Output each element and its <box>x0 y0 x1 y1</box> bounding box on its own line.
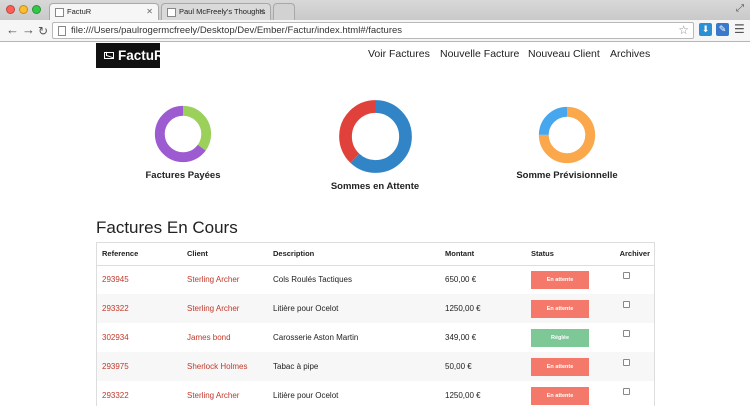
page-content: FactuR Voir Factures Nouvelle Facture No… <box>0 43 750 406</box>
amount-cell: 1250,00 € <box>440 294 526 323</box>
window-minimize-button[interactable] <box>19 5 28 14</box>
description-cell: Litière pour Ocelot <box>268 294 440 323</box>
table-row: 293322 Sterling Archer Litière pour Ocel… <box>97 381 654 406</box>
reference-link[interactable]: 293945 <box>102 275 129 284</box>
download-extension-icon[interactable]: ⬇ <box>699 23 712 36</box>
nav-nouveau-client[interactable]: Nouveau Client <box>528 48 600 60</box>
column-header: Archiver <box>608 243 654 266</box>
donut-factures-payees <box>154 105 212 163</box>
archive-checkbox[interactable] <box>623 388 630 395</box>
page-favicon-icon <box>167 8 176 17</box>
address-bar[interactable]: file:///Users/paulrogermcfreely/Desktop/… <box>52 22 694 39</box>
archive-checkbox[interactable] <box>623 301 630 308</box>
nav-archives[interactable]: Archives <box>610 48 650 60</box>
reload-icon[interactable]: ↻ <box>38 23 48 39</box>
table-row: 293975 Sherlock Holmes Tabac à pipe 50,0… <box>97 352 654 381</box>
client-link[interactable]: Sterling Archer <box>187 304 239 313</box>
browser-tabstrip: FactuR ✕ Paul McFreely's Thoughts ✕ ⤢ <box>0 0 750 20</box>
client-link[interactable]: Sterling Archer <box>187 275 239 284</box>
status-badge[interactable]: En attente <box>531 299 589 318</box>
amount-cell: 50,00 € <box>440 352 526 381</box>
tab-title: FactuR <box>67 7 92 16</box>
description-cell: Cols Roulés Tactiques <box>268 265 440 294</box>
status-badge[interactable]: Réglée <box>531 328 589 347</box>
shield-extension-icon[interactable]: ✎ <box>716 23 729 36</box>
menu-icon[interactable]: ☰ <box>734 22 745 36</box>
new-tab-button[interactable] <box>273 3 295 20</box>
table-header-row: Reference Client Description Montant Sta… <box>97 243 654 266</box>
star-icon[interactable]: ☆ <box>678 23 689 37</box>
amount-cell: 1250,00 € <box>440 381 526 406</box>
donut-somme-previsionnelle <box>538 106 596 164</box>
tab-title: Paul McFreely's Thoughts <box>179 7 266 16</box>
client-link[interactable]: Sterling Archer <box>187 391 239 400</box>
tab-close-icon[interactable]: ✕ <box>258 7 265 16</box>
forward-arrow-icon[interactable]: → <box>22 22 35 38</box>
table-row: 302934 James bond Carosserie Aston Marti… <box>97 323 654 352</box>
donut-label-previsionnelle: Somme Prévisionnelle <box>516 170 618 181</box>
brand-name: FactuR <box>118 48 164 63</box>
status-badge[interactable]: En attente <box>531 270 589 289</box>
reference-link[interactable]: 293975 <box>102 362 129 371</box>
archive-checkbox[interactable] <box>623 330 630 337</box>
donut-label-payees: Factures Payées <box>145 170 221 181</box>
description-cell: Litière pour Ocelot <box>268 381 440 406</box>
donut-label-attente: Sommes en Attente <box>330 181 420 192</box>
invoice-icon <box>104 52 114 59</box>
archive-checkbox[interactable] <box>623 272 630 280</box>
client-link[interactable]: James bond <box>187 333 231 342</box>
tab-close-icon[interactable]: ✕ <box>146 7 153 16</box>
donut-sommes-en-attente <box>339 100 412 173</box>
brand-logo[interactable]: FactuR <box>96 43 164 68</box>
status-badge[interactable]: En attente <box>531 386 589 405</box>
nav-voir-factures[interactable]: Voir Factures <box>368 48 430 60</box>
description-cell: Carosserie Aston Martin <box>268 323 440 352</box>
description-cell: Tabac à pipe <box>268 352 440 381</box>
window-maximize-button[interactable] <box>32 5 41 14</box>
browser-tab-active[interactable]: FactuR ✕ <box>49 3 159 20</box>
fullscreen-icon[interactable]: ⤢ <box>736 3 744 14</box>
reference-link[interactable]: 302934 <box>102 333 129 342</box>
archive-checkbox[interactable] <box>623 359 630 366</box>
reference-link[interactable]: 293322 <box>102 304 129 313</box>
column-header: Reference <box>97 243 182 266</box>
section-title: Factures En Cours <box>96 218 238 237</box>
back-arrow-icon[interactable]: ← <box>6 22 19 38</box>
reference-link[interactable]: 293322 <box>102 391 129 400</box>
nav-nouvelle-facture[interactable]: Nouvelle Facture <box>440 48 519 60</box>
amount-cell: 349,00 € <box>440 323 526 352</box>
column-header: Description <box>268 243 440 266</box>
invoices-table: Reference Client Description Montant Sta… <box>96 242 655 406</box>
browser-tab-inactive[interactable]: Paul McFreely's Thoughts ✕ <box>161 3 271 20</box>
client-link[interactable]: Sherlock Holmes <box>187 362 247 371</box>
table-row: 293945 Sterling Archer Cols Roulés Tacti… <box>97 265 654 294</box>
url-text: file:///Users/paulrogermcfreely/Desktop/… <box>71 25 403 36</box>
amount-cell: 650,00 € <box>440 265 526 294</box>
page-favicon-icon <box>55 8 64 17</box>
browser-toolbar: ← → ↻ file:///Users/paulrogermcfreely/De… <box>0 20 750 42</box>
page-icon <box>58 26 66 36</box>
status-badge[interactable]: En attente <box>531 357 589 376</box>
window-close-button[interactable] <box>6 5 15 14</box>
column-header: Status <box>526 243 608 266</box>
column-header: Client <box>182 243 268 266</box>
column-header: Montant <box>440 243 526 266</box>
table-row: 293322 Sterling Archer Litière pour Ocel… <box>97 294 654 323</box>
